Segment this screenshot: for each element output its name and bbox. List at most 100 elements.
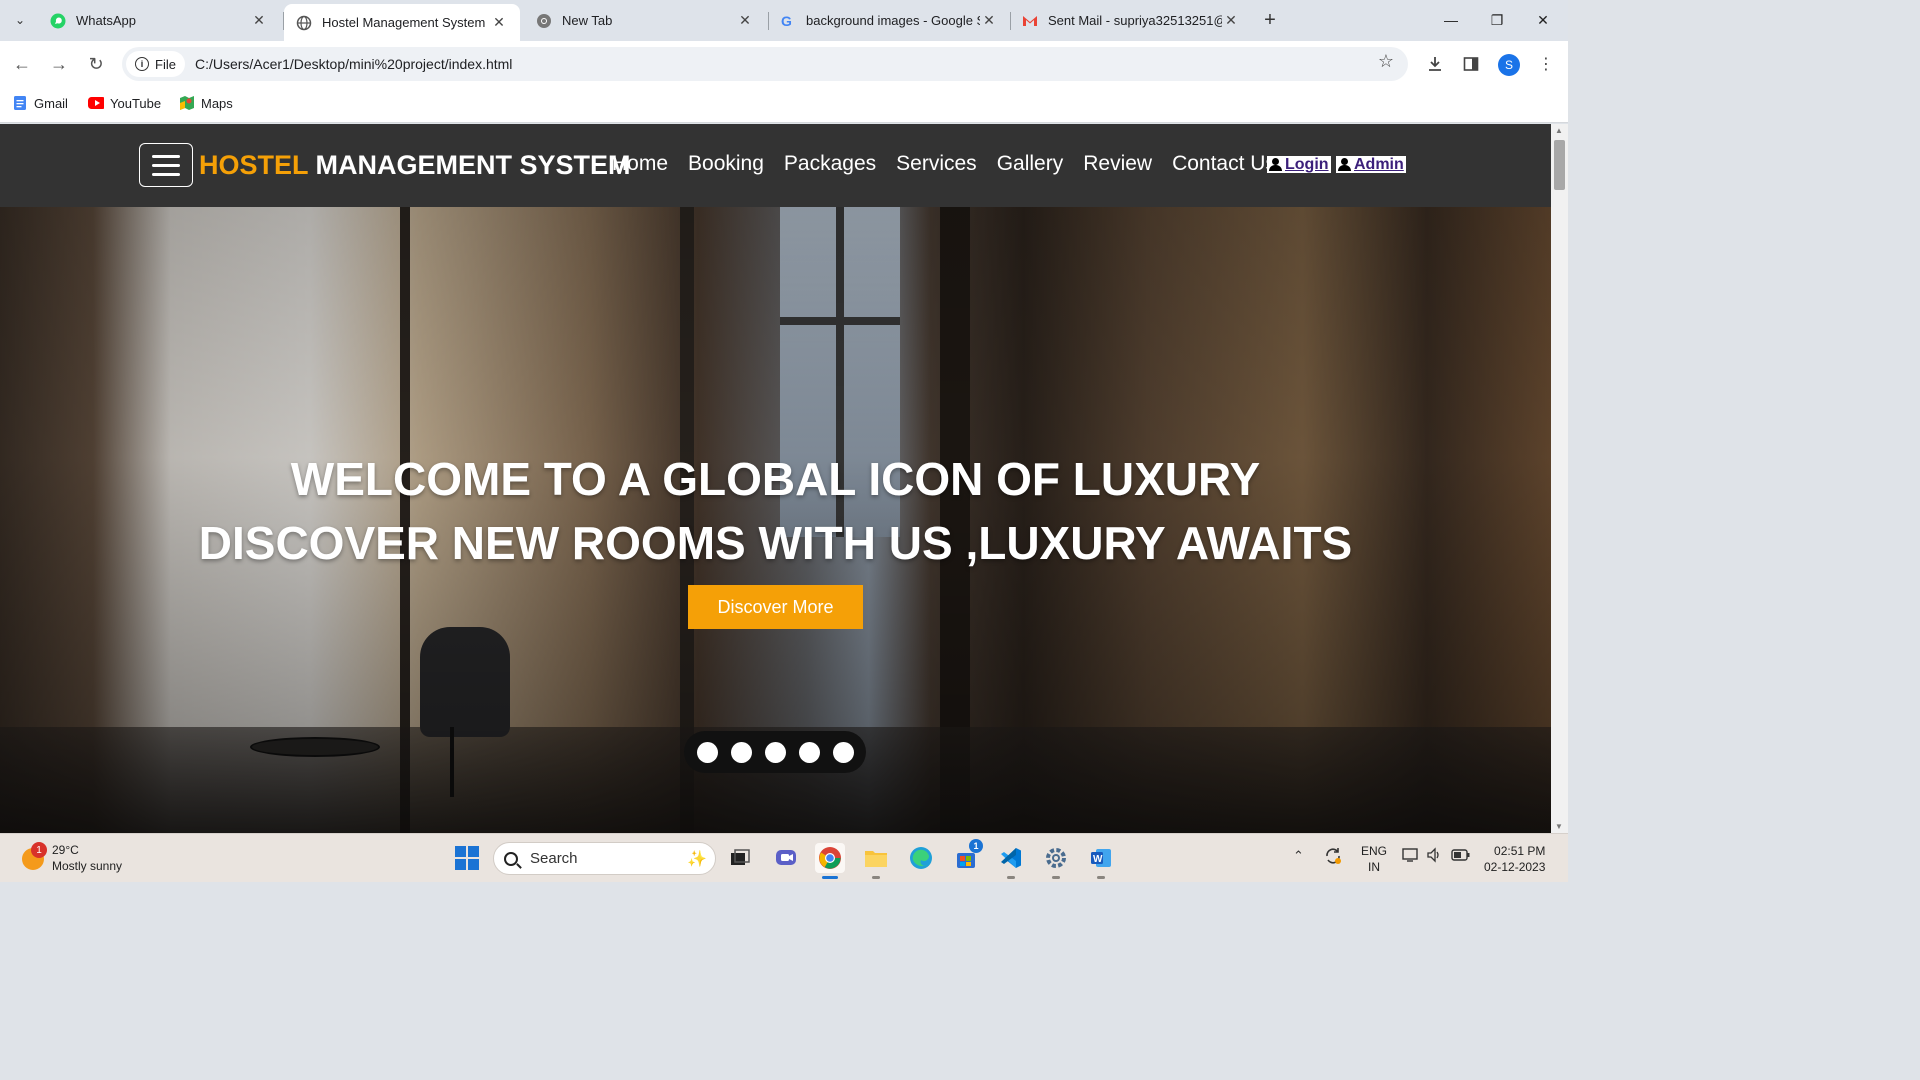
- windows-taskbar: 1 29°C Mostly sunny Search ✨ 1 W ⌃ ENG I…: [0, 833, 1568, 882]
- tab-title: Hostel Management System: [322, 15, 486, 30]
- vscode-icon[interactable]: [996, 843, 1026, 879]
- tab-whatsapp[interactable]: WhatsApp ✕: [38, 0, 280, 41]
- weather-desc: Mostly sunny: [52, 859, 123, 873]
- page-viewport: HOSTEL MANAGEMENT SYSTEM Home Booking Pa…: [0, 124, 1551, 833]
- network-icon[interactable]: [1402, 847, 1420, 866]
- edge-icon[interactable]: [906, 843, 936, 873]
- tab-title: Sent Mail - supriya32513251@: [1048, 13, 1222, 28]
- browser-toolbar: ← → ↻ i File C:/Users/Acer1/Desktop/mini…: [0, 41, 1568, 88]
- windows-start-icon[interactable]: [455, 846, 479, 870]
- tab-title: New Tab: [562, 13, 613, 28]
- site-main-menu: Home Booking Packages Services Gallery R…: [612, 152, 1276, 176]
- nav-gallery[interactable]: Gallery: [997, 152, 1064, 176]
- bookmark-gmail[interactable]: Gmail: [12, 95, 68, 111]
- weather-widget[interactable]: 1 29°C Mostly sunny: [22, 842, 122, 874]
- microsoft-store-icon[interactable]: 1: [951, 839, 983, 873]
- chrome-icon: [536, 13, 552, 29]
- show-hidden-icons-chevron-icon[interactable]: ⌃: [1293, 848, 1304, 864]
- bookmark-maps[interactable]: Maps: [179, 95, 233, 111]
- forward-button[interactable]: →: [45, 50, 73, 78]
- whatsapp-icon: [50, 13, 66, 29]
- address-bar[interactable]: i File C:/Users/Acer1/Desktop/mini%20pro…: [122, 47, 1408, 81]
- minimize-button[interactable]: —: [1428, 0, 1474, 40]
- download-icon[interactable]: [1421, 50, 1449, 78]
- settings-gear-icon[interactable]: [1041, 843, 1071, 879]
- more-menu-icon[interactable]: ⋮: [1532, 50, 1560, 78]
- battery-icon[interactable]: [1451, 848, 1471, 865]
- weather-temp: 29°C: [52, 843, 79, 857]
- nav-home[interactable]: Home: [612, 152, 668, 176]
- reload-button[interactable]: ↻: [82, 50, 110, 78]
- chrome-taskbar-icon[interactable]: [815, 843, 845, 879]
- tab-gmail-sent[interactable]: Sent Mail - supriya32513251@ ✕: [1010, 0, 1252, 41]
- close-icon[interactable]: ✕: [490, 14, 508, 32]
- browser-tab-strip: ⌄ WhatsApp ✕ Hostel Management System ✕ …: [0, 0, 1568, 41]
- scroll-down-arrow-icon[interactable]: ▼: [1555, 822, 1563, 831]
- task-view-icon[interactable]: [725, 843, 755, 873]
- weather-badge: 1: [31, 842, 47, 858]
- site-header: HOSTEL MANAGEMENT SYSTEM Home Booking Pa…: [0, 124, 1551, 207]
- close-icon[interactable]: ✕: [980, 12, 998, 30]
- site-info-chip[interactable]: i File: [126, 51, 185, 77]
- brand-accent: HOSTEL: [199, 150, 309, 180]
- new-tab-button[interactable]: +: [1256, 6, 1284, 34]
- teams-chat-icon[interactable]: [771, 843, 801, 873]
- admin-link[interactable]: Admin: [1336, 156, 1406, 173]
- close-icon[interactable]: ✕: [250, 12, 268, 30]
- google-icon: G: [780, 13, 796, 29]
- svg-text:G: G: [781, 13, 792, 29]
- clock-date: 02-12-2023: [1484, 860, 1546, 874]
- user-icon: [1269, 158, 1282, 171]
- nav-contact-us[interactable]: Contact Us: [1172, 152, 1276, 176]
- store-badge: 1: [969, 839, 983, 853]
- login-link[interactable]: Login: [1267, 156, 1331, 173]
- back-button[interactable]: ←: [8, 50, 36, 78]
- nav-packages[interactable]: Packages: [784, 152, 876, 176]
- search-highlight-icon: ✨: [687, 851, 707, 868]
- slider-dot[interactable]: [798, 741, 820, 763]
- discover-more-button[interactable]: Discover More: [688, 585, 863, 629]
- sync-icon[interactable]: [1323, 846, 1343, 869]
- url-text[interactable]: C:/Users/Acer1/Desktop/mini%20project/in…: [195, 56, 512, 72]
- login-label: Login: [1285, 155, 1329, 173]
- system-clock[interactable]: 02:51 PM 02-12-2023: [1484, 843, 1545, 875]
- language-code: ENG: [1361, 844, 1388, 858]
- youtube-icon: [88, 95, 104, 111]
- hero-slider: WELCOME TO A GLOBAL ICON OF LUXURY DISCO…: [0, 207, 1551, 833]
- tab-search-button[interactable]: ⌄: [6, 6, 34, 34]
- profile-avatar[interactable]: S: [1498, 54, 1520, 76]
- slider-dot[interactable]: [696, 741, 718, 763]
- hero-heading-line1: WELCOME TO A GLOBAL ICON OF LUXURY: [290, 453, 1261, 505]
- page-scrollbar[interactable]: ▲ ▼: [1551, 124, 1568, 833]
- globe-icon: [296, 15, 312, 31]
- scrollbar-thumb[interactable]: [1554, 140, 1565, 190]
- word-icon[interactable]: W: [1086, 843, 1116, 879]
- file-explorer-icon[interactable]: [861, 843, 891, 879]
- scroll-up-arrow-icon[interactable]: ▲: [1555, 126, 1563, 135]
- nav-review[interactable]: Review: [1083, 152, 1152, 176]
- slider-dot[interactable]: [832, 741, 854, 763]
- nav-booking[interactable]: Booking: [688, 152, 764, 176]
- taskbar-search[interactable]: Search ✨: [493, 842, 716, 875]
- close-window-button[interactable]: ✕: [1520, 0, 1566, 40]
- svg-text:W: W: [1093, 854, 1103, 865]
- nav-services[interactable]: Services: [896, 152, 977, 176]
- info-icon: i: [135, 57, 149, 71]
- tab-title: WhatsApp: [76, 13, 136, 28]
- site-brand[interactable]: HOSTEL MANAGEMENT SYSTEM: [199, 150, 631, 181]
- hamburger-menu-button[interactable]: [139, 143, 193, 187]
- tab-hostel-management[interactable]: Hostel Management System ✕: [284, 4, 520, 41]
- tab-google-search[interactable]: G background images - Google S ✕: [768, 0, 1010, 41]
- bookmark-star-icon[interactable]: ☆: [1378, 51, 1394, 72]
- slider-dot[interactable]: [730, 741, 752, 763]
- bookmark-youtube[interactable]: YouTube: [88, 95, 161, 111]
- tab-new-tab[interactable]: New Tab ✕: [524, 0, 766, 41]
- slider-dot[interactable]: [764, 741, 786, 763]
- brand-rest: MANAGEMENT SYSTEM: [308, 150, 631, 180]
- close-icon[interactable]: ✕: [1222, 12, 1240, 30]
- restore-button[interactable]: ❐: [1474, 0, 1520, 40]
- close-icon[interactable]: ✕: [736, 12, 754, 30]
- language-indicator[interactable]: ENG IN: [1361, 843, 1387, 875]
- volume-icon[interactable]: [1426, 847, 1442, 866]
- side-panel-icon[interactable]: [1457, 50, 1485, 78]
